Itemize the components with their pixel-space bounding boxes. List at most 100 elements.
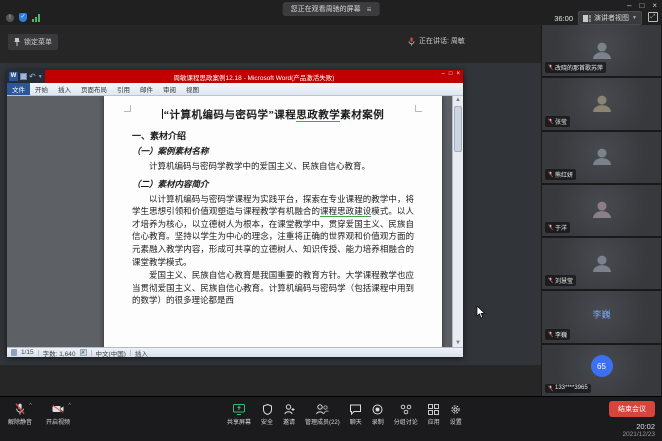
mic-off-icon xyxy=(15,403,25,415)
participant-name-label: 张莹 xyxy=(545,116,570,127)
vertical-scrollbar[interactable]: ▲ ▼ xyxy=(452,96,463,347)
doc-paragraph-2: 以计算机编码与密码学课程为实践平台，探索在专业课程的教学中，将学生思想引领和价值… xyxy=(132,193,414,269)
doc-title-text: 素材案例 xyxy=(340,110,384,121)
page-status-icon xyxy=(11,349,17,356)
doc-title-text: “计算机编码与密码学”课程 xyxy=(164,110,297,121)
shield-icon xyxy=(263,404,272,415)
doc-title-underlined: 思政教学 xyxy=(296,110,340,122)
divider xyxy=(38,350,39,356)
view-mode-button[interactable]: 演讲者视图 ▼ xyxy=(578,11,642,25)
participant-tile[interactable]: 熊红妍 xyxy=(542,132,661,183)
participant-tile[interactable]: 刘慧莹 xyxy=(542,238,661,289)
record-button[interactable]: 录制 xyxy=(372,403,384,426)
tab-review[interactable]: 审阅 xyxy=(158,83,181,95)
breakout-rooms-button[interactable]: 分组讨论 xyxy=(394,403,418,426)
pin-icon xyxy=(14,38,20,46)
watching-banner: 您正在观看周驰的屏幕 ≡ xyxy=(283,2,380,16)
start-video-button[interactable]: ^ 开启视频 xyxy=(46,403,70,426)
mic-muted-icon xyxy=(548,331,553,338)
participant-name: 于洋 xyxy=(555,223,567,232)
shared-screen-stage: 锁定菜单 正在讲话: 周敏 W ↶ ▼ 周敏课程思政案例12.18 - Micr… xyxy=(0,25,541,396)
end-meeting-button[interactable]: 结束会议 xyxy=(609,401,655,417)
word-minimize-button[interactable]: – xyxy=(442,71,445,77)
mic-muted-icon xyxy=(548,64,553,71)
participant-name-label: 于洋 xyxy=(545,222,570,233)
chat-icon xyxy=(350,404,361,415)
clock-date: 2021/12/23 xyxy=(622,431,655,438)
tab-mailings[interactable]: 邮件 xyxy=(135,83,158,95)
undo-icon[interactable]: ↶ xyxy=(29,72,36,81)
toolbar-left: ^ 解除静音 ^ 开启视频 xyxy=(8,403,70,426)
page-indicator[interactable]: 1/15 xyxy=(21,349,34,356)
security-button[interactable]: 安全 xyxy=(261,403,273,426)
security-shield-icon[interactable]: ✓ xyxy=(19,13,27,22)
pin-menu-button[interactable]: 锁定菜单 xyxy=(8,34,58,50)
margin-mark xyxy=(124,105,131,112)
manage-members-button[interactable]: 管理成员(22) xyxy=(305,403,340,426)
participant-tile[interactable]: 张莹 xyxy=(542,78,661,129)
doc-paragraph-3: 爱国主义、民族自信心教育是我国重要的教育方针。大学课程教学也应当贯彻爱国主义、民… xyxy=(132,269,414,307)
chat-button[interactable]: 聊天 xyxy=(350,403,362,426)
fullscreen-icon[interactable]: ⤢ xyxy=(648,12,658,22)
pin-menu-label: 锁定菜单 xyxy=(24,37,52,47)
chevron-up-icon[interactable]: ^ xyxy=(29,403,32,409)
word-maximize-button[interactable]: □ xyxy=(449,71,453,77)
qat-dropdown-icon[interactable]: ▼ xyxy=(38,74,43,80)
word-close-button[interactable]: × xyxy=(456,71,460,77)
invite-icon xyxy=(284,404,295,415)
tab-view[interactable]: 视图 xyxy=(181,83,204,95)
word-count[interactable]: 字数: 1,640 xyxy=(43,348,76,358)
participant-name-label: 刘慧莹 xyxy=(545,275,576,286)
meeting-timer: 36:00 xyxy=(554,14,573,23)
apps-label: 应用 xyxy=(428,417,440,426)
tab-page-layout[interactable]: 页面布局 xyxy=(76,83,112,95)
participant-tile[interactable]: 改晓的那首歌苏萍 xyxy=(542,25,661,76)
scroll-down-icon[interactable]: ▼ xyxy=(453,339,463,347)
share-screen-button[interactable]: 共享屏幕 xyxy=(227,403,251,426)
participant-tile[interactable]: 于洋 xyxy=(542,185,661,236)
participant-center-name: 李巍 xyxy=(542,308,661,321)
banner-menu-icon[interactable]: ≡ xyxy=(367,5,372,14)
participant-tile[interactable]: 李巍 李巍 xyxy=(542,291,661,342)
mic-muted-icon xyxy=(548,277,553,284)
participant-name: 张莹 xyxy=(555,117,567,126)
unmute-button[interactable]: ^ 解除静音 xyxy=(8,403,32,426)
participant-name-label: 熊红妍 xyxy=(545,169,576,180)
insert-mode-indicator[interactable]: 插入 xyxy=(135,348,148,358)
participant-tile[interactable]: 65 133****3965 xyxy=(542,345,661,396)
meeting-toolbar: ^ 解除静音 ^ 开启视频 共享屏幕 安全 xyxy=(0,396,662,441)
language-indicator[interactable]: 中文(中国) xyxy=(96,348,126,358)
scrollbar-thumb[interactable] xyxy=(454,106,462,152)
chevron-up-icon[interactable]: ^ xyxy=(68,403,71,409)
spellcheck-icon[interactable]: ✗ xyxy=(80,349,87,356)
save-icon[interactable] xyxy=(20,73,27,80)
scroll-up-icon[interactable]: ▲ xyxy=(453,96,463,104)
manage-members-label: 管理成员(22) xyxy=(305,417,340,426)
maximize-button[interactable]: □ xyxy=(639,1,644,11)
invite-button[interactable]: 邀请 xyxy=(283,403,295,426)
person-silhouette-icon xyxy=(591,147,613,165)
participant-name-label: 改晓的那首歌苏萍 xyxy=(545,62,606,73)
mouse-cursor xyxy=(476,306,486,319)
word-title-red-bar: 周敏课程思政案例12.18 - Microsoft Word(产品激活失败) –… xyxy=(45,70,463,83)
divider xyxy=(130,350,131,356)
status-icons: ! ✓ xyxy=(6,13,40,22)
security-label: 安全 xyxy=(261,417,273,426)
close-button[interactable]: × xyxy=(652,1,657,11)
tab-references[interactable]: 引用 xyxy=(112,83,135,95)
tab-home[interactable]: 开始 xyxy=(30,83,53,95)
minimize-button[interactable]: – xyxy=(627,1,631,11)
apps-button[interactable]: 应用 xyxy=(428,403,440,426)
presenter-screen: W ↶ ▼ 周敏课程思政案例12.18 - Microsoft Word(产品激… xyxy=(0,63,541,365)
ribbon-tabs: 文件 开始 插入 页面布局 引用 邮件 审阅 视图 xyxy=(7,83,463,96)
meeting-window: 您正在观看周驰的屏幕 ≡ – □ × ! ✓ 36:00 演讲者视图 ▼ ⤢ 锁… xyxy=(0,0,662,441)
tab-insert[interactable]: 插入 xyxy=(53,83,76,95)
divider xyxy=(91,350,92,356)
tab-file[interactable]: 文件 xyxy=(7,83,30,95)
share-screen-icon xyxy=(233,404,245,415)
settings-button[interactable]: 设置 xyxy=(450,403,462,426)
info-icon[interactable]: ! xyxy=(6,14,14,22)
chat-label: 聊天 xyxy=(350,417,362,426)
participants-sidebar: 改晓的那首歌苏萍 张莹 熊红妍 于洋 xyxy=(541,25,662,396)
document-area: “计算机编码与密码学”课程思政教学素材案例 一、素材介绍 （一）案例素材名称 计… xyxy=(7,96,463,347)
